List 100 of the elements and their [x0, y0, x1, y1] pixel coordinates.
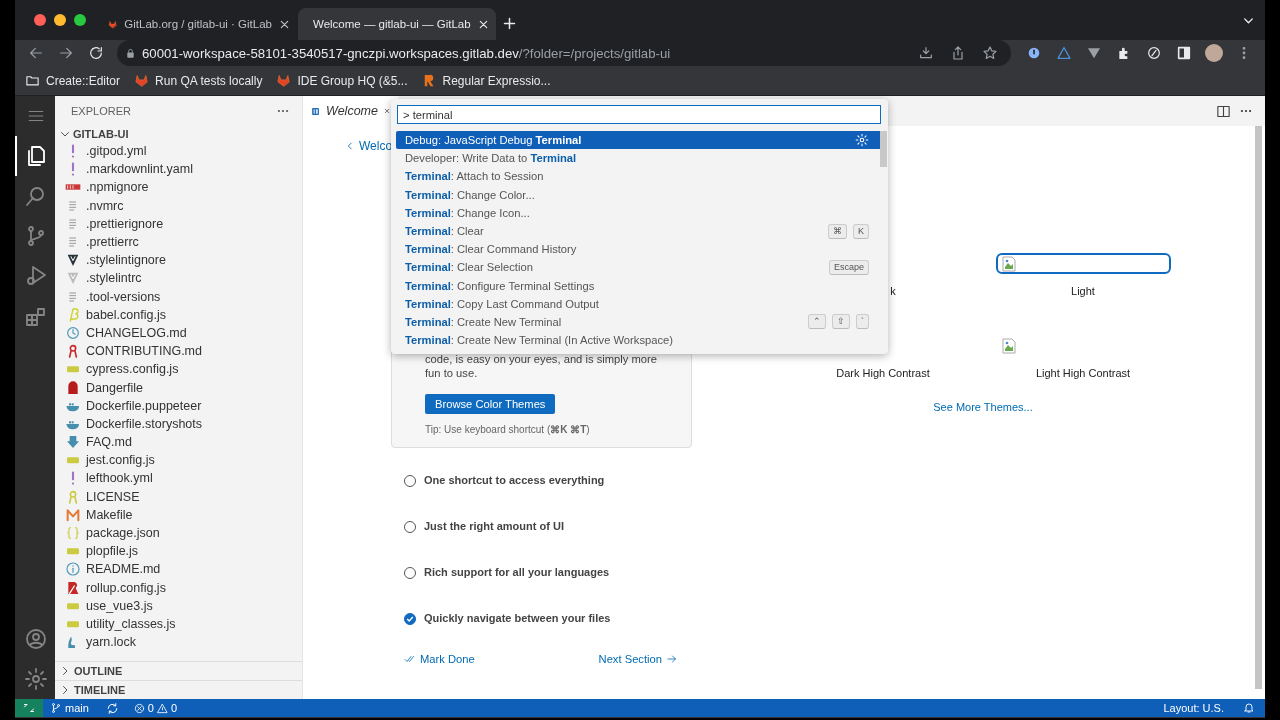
command-item[interactable]: Terminal: Clear Selection Escape	[396, 258, 883, 277]
clock-icon	[65, 324, 81, 341]
file-item[interactable]: package.json	[55, 523, 302, 543]
browse-themes-button[interactable]: Browse Color Themes	[425, 394, 556, 414]
reload-icon[interactable]	[88, 45, 104, 61]
minimize-window-button[interactable]	[54, 14, 66, 26]
editor-tab[interactable]: Welcome	[303, 96, 398, 126]
bookmark[interactable]: Run QA tests locally	[134, 73, 263, 88]
v-shape-icon[interactable]	[1086, 45, 1102, 61]
file-item[interactable]: README.md	[55, 560, 302, 579]
file-item[interactable]: CONTRIBUTING.md	[55, 342, 302, 361]
forward-icon[interactable]	[58, 45, 74, 61]
theme-label[interactable]: Light High Contrast	[1035, 367, 1131, 379]
file-item[interactable]: .markdownlint.yaml	[55, 160, 302, 179]
branch-icon	[50, 702, 62, 714]
checklist-step[interactable]: One shortcut to access everything	[391, 474, 692, 520]
file-item[interactable]: plopfile.js	[55, 542, 302, 561]
file-item[interactable]: Dangerfile	[55, 378, 302, 397]
checklist-step[interactable]: Rich support for all your languages	[391, 566, 692, 612]
sync-icon	[105, 701, 119, 715]
command-item[interactable]: Terminal: Create New Terminal ⌃ ⇧ `	[396, 312, 883, 332]
close-icon	[383, 106, 390, 116]
file-item[interactable]: use_vue3.js	[55, 596, 302, 615]
address-bar[interactable]: 60001-workspace-58101-3540517-gnczpi.workspaces.gitlab.dev/?folder=/projects/gitlab-ui	[117, 40, 1011, 66]
file-item[interactable]: .nvmrc	[55, 196, 302, 215]
command-input[interactable]: > terminal	[397, 105, 881, 124]
key-cap: ⌃	[808, 314, 826, 330]
browser-tab[interactable]: Welcome — gitlab-ui — GitLab	[298, 8, 496, 40]
file-item[interactable]: babel.config.js	[55, 305, 302, 324]
command-item[interactable]: Developer: Write Data to Terminal	[396, 149, 883, 168]
back-link[interactable]: Welco	[345, 139, 393, 153]
file-item[interactable]: Dockerfile.puppeteer	[55, 396, 302, 415]
star-icon[interactable]	[982, 45, 998, 61]
bookmark[interactable]: IDE Group HQ (&5...	[276, 73, 408, 88]
file-item[interactable]: .stylelintrc	[55, 269, 302, 288]
sidebar-icon[interactable]	[1176, 45, 1192, 61]
bookmark[interactable]: Regular Expressio...	[421, 73, 551, 88]
close-icon	[477, 18, 489, 30]
file-item[interactable]: yarn.lock	[55, 633, 302, 652]
plus-icon[interactable]	[502, 15, 517, 31]
close-window-button[interactable]	[34, 14, 46, 26]
key-cap: K	[853, 223, 869, 239]
file-item[interactable]: lefthook.yml	[55, 469, 302, 488]
maximize-window-button[interactable]	[74, 14, 86, 26]
error-icon	[133, 702, 145, 714]
mark-done-link[interactable]: Mark Done	[404, 653, 475, 665]
theme-preview[interactable]	[995, 253, 1171, 274]
key-cap: Escape	[828, 259, 869, 275]
browser-tab[interactable]: GitLab.org / gitlab-ui · GitLab	[100, 8, 298, 40]
problems-status[interactable]: 0 0	[123, 702, 183, 714]
file-item[interactable]: .gitpod.yml	[55, 142, 302, 161]
remote-icon	[23, 702, 35, 714]
command-item[interactable]: Terminal: Create New Terminal (In Active Workspace)	[396, 331, 883, 350]
file-item[interactable]: utility_classes.js	[55, 614, 302, 634]
bookmark[interactable]: Create::Editor	[25, 73, 121, 88]
folder-header[interactable]: GITLAB-UI	[55, 126, 302, 142]
checklist-step[interactable]: Just the right amount of UI	[391, 520, 692, 566]
run-debug-icon	[24, 264, 48, 288]
install-icon[interactable]	[918, 45, 934, 61]
braces-icon	[65, 525, 81, 542]
file-item[interactable]: CHANGELOG.md	[55, 323, 302, 343]
file-item[interactable]: .prettierrc	[55, 232, 302, 252]
command-item[interactable]: Terminal: Clear ⌘ K	[396, 221, 883, 241]
exclamation-icon	[71, 471, 75, 486]
command-item[interactable]: Terminal: Clear Command History	[396, 240, 883, 259]
file-item[interactable]: .tool-versions	[55, 287, 302, 306]
command-item[interactable]: Terminal: Change Color...	[396, 185, 883, 204]
file-item[interactable]: jest.config.js	[55, 451, 302, 470]
file-item[interactable]: rollup.config.js	[55, 578, 302, 597]
account-icon	[24, 627, 48, 651]
scrollbar[interactable]	[1255, 126, 1262, 689]
file-item[interactable]: Dockerfile.storyshots	[55, 414, 302, 433]
zigzag-icon	[65, 506, 81, 523]
fox-icon	[276, 73, 292, 88]
file-item[interactable]: Makefile	[55, 505, 302, 524]
file-item[interactable]: LICENSE	[55, 487, 302, 506]
command-item[interactable]: Terminal: Copy Last Command Output	[396, 294, 883, 313]
see-more-link[interactable]: See More Themes...	[933, 401, 1033, 413]
command-item[interactable]: Debug: JavaScript Debug Terminal	[396, 131, 883, 150]
close-icon	[279, 18, 290, 30]
file-item[interactable]: .stylelintignore	[55, 251, 302, 270]
next-section-link[interactable]: Next Section	[598, 653, 678, 665]
tip-text: Tip: Use keyboard shortcut (⌘K ⌘T)	[425, 424, 591, 435]
file-item[interactable]: .npmignore	[55, 178, 302, 197]
theme-label[interactable]: Light	[1071, 285, 1095, 297]
theme-label[interactable]: k	[890, 285, 896, 297]
command-item[interactable]: Terminal: Configure Terminal Settings	[396, 276, 883, 295]
branch-status[interactable]: main	[43, 702, 94, 714]
layout-status[interactable]: Layout: U.S.	[1158, 702, 1238, 714]
back-icon[interactable]	[28, 45, 44, 61]
scrollbar[interactable]	[880, 131, 887, 167]
file-item[interactable]: .prettierignore	[55, 214, 302, 233]
triangle-icon[interactable]	[1056, 45, 1072, 61]
share-icon[interactable]	[950, 45, 966, 61]
panel-section-header[interactable]: OUTLINE	[55, 661, 302, 680]
command-item[interactable]: Terminal: Change Icon...	[396, 203, 883, 222]
file-item[interactable]: cypress.config.js	[55, 360, 302, 379]
file-item[interactable]: FAQ.md	[55, 433, 302, 452]
command-item[interactable]: Terminal: Attach to Session	[396, 167, 883, 186]
theme-label[interactable]: Dark High Contrast	[836, 367, 930, 379]
